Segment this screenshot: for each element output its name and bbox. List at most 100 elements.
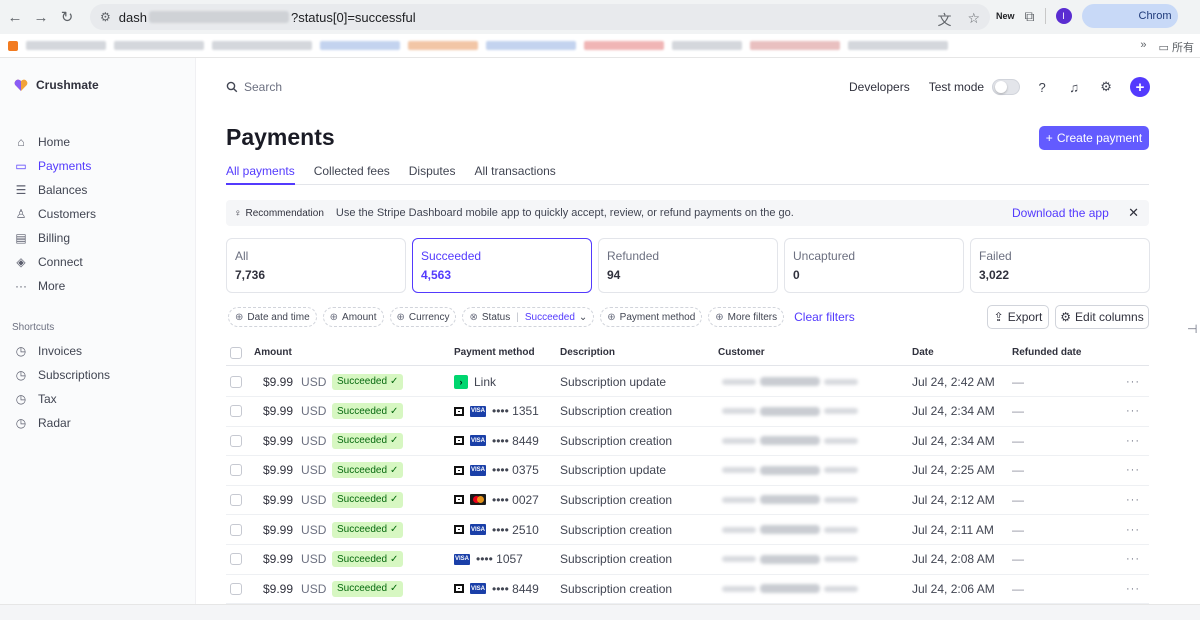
gear-icon[interactable]: ⚙	[1096, 77, 1116, 97]
bookmark-item[interactable]	[408, 41, 478, 50]
row-checkbox[interactable]	[230, 493, 242, 506]
clear-filters-link[interactable]: Clear filters	[794, 310, 855, 324]
reload-icon[interactable]: ↻	[54, 4, 80, 30]
tab-all-transactions[interactable]: All transactions	[474, 162, 555, 185]
sidebar-item-billing[interactable]: ▤ Billing	[14, 226, 96, 250]
table-row[interactable]: $9.99 USD Succeeded ✓ VISA •••• 0375 Subscript…	[226, 456, 1149, 486]
customer-cell[interactable]	[722, 456, 858, 485]
filter-currency[interactable]: ⊕ Currency	[389, 307, 457, 327]
address-bar[interactable]: ⚙ dash ?status[0]=successful 文 ☆	[90, 4, 990, 30]
table-row[interactable]: $9.99 USD Succeeded ✓ › Link Subscription upda…	[226, 367, 1149, 397]
bookmark-item[interactable]	[672, 41, 742, 50]
bookmark-item[interactable]	[114, 41, 204, 50]
filter-status[interactable]: ⊗ Status | Succeeded ⌄	[462, 307, 595, 327]
customer-cell[interactable]	[722, 515, 858, 544]
customer-cell[interactable]	[722, 367, 858, 396]
row-actions-icon[interactable]: ···	[1126, 397, 1140, 426]
remove-filter-icon[interactable]: ⊗	[469, 312, 477, 323]
create-payment-button[interactable]: + Create payment	[1039, 126, 1149, 150]
tab-disputes[interactable]: Disputes	[409, 162, 456, 185]
sidebar-item-payments[interactable]: ▭ Payments	[14, 154, 96, 178]
bookmark-item[interactable]	[750, 41, 840, 50]
bookmark-item[interactable]	[584, 41, 664, 50]
customer-cell[interactable]	[722, 426, 858, 455]
shortcut-subscriptions[interactable]: ◷ Subscriptions	[14, 363, 110, 387]
extensions-icon[interactable]: ⧉	[1025, 8, 1035, 25]
sidebar-item-home[interactable]: ⌂ Home	[14, 130, 96, 154]
column-header-refunded-date[interactable]: Refunded date	[1012, 340, 1081, 365]
bookmarks-folder[interactable]: ▭ 所有	[1159, 39, 1194, 55]
bookmark-item[interactable]	[848, 41, 948, 50]
shortcut-radar[interactable]: ◷ Radar	[14, 411, 110, 435]
shortcut-tax[interactable]: ◷ Tax	[14, 387, 110, 411]
row-actions-icon[interactable]: ···	[1126, 515, 1140, 544]
search-input[interactable]: Search	[226, 80, 282, 94]
bookmark-favicon[interactable]	[8, 40, 18, 51]
row-checkbox[interactable]	[230, 464, 242, 477]
customer-cell[interactable]	[722, 397, 858, 426]
filter-payment-method[interactable]: ⊕ Payment method	[600, 307, 703, 327]
star-icon[interactable]: ☆	[967, 10, 980, 30]
table-row[interactable]: $9.99 USD Succeeded ✓ VISA •••• 8449 Subscript…	[226, 426, 1149, 457]
filter-amount[interactable]: ⊕ Amount	[322, 307, 384, 327]
row-checkbox[interactable]	[230, 523, 242, 536]
bookmark-item[interactable]	[320, 41, 400, 50]
tab-collected-fees[interactable]: Collected fees	[314, 162, 390, 185]
extension-new-icon[interactable]: New	[996, 11, 1015, 21]
row-actions-icon[interactable]: ···	[1126, 456, 1140, 485]
row-checkbox[interactable]	[230, 405, 242, 418]
tab-all-payments[interactable]: All payments	[226, 162, 295, 185]
developers-link[interactable]: Developers	[849, 80, 910, 94]
side-panel-handle-icon[interactable]: ⊣	[1187, 322, 1197, 336]
status-card-refunded[interactable]: Refunded 94	[598, 238, 778, 293]
sidebar-item-more[interactable]: ··· More	[14, 274, 96, 298]
customer-cell[interactable]	[722, 485, 858, 514]
table-row[interactable]: $9.99 USD Succeeded ✓ VISA •••• 1057 Subscript…	[226, 545, 1149, 575]
column-header-amount[interactable]: Amount	[254, 340, 292, 365]
table-row[interactable]: $9.99 USD Succeeded ✓ •••• 0027 Subscription …	[226, 485, 1149, 516]
row-checkbox[interactable]	[230, 553, 242, 566]
bell-icon[interactable]: ♫	[1064, 77, 1084, 97]
export-button[interactable]: ⇪ Export	[987, 305, 1049, 329]
site-info-icon[interactable]: ⚙	[100, 10, 111, 24]
account-switcher[interactable]: Crushmate	[14, 78, 99, 92]
bookmark-item[interactable]	[26, 41, 106, 50]
bookmarks-overflow-icon[interactable]: »	[1140, 39, 1146, 55]
shortcut-invoices[interactable]: ◷ Invoices	[14, 339, 110, 363]
forward-icon[interactable]: →	[28, 4, 54, 30]
sidebar-item-balances[interactable]: ☰ Balances	[14, 178, 96, 202]
status-card-uncaptured[interactable]: Uncaptured 0	[784, 238, 964, 293]
sidebar-item-connect[interactable]: ◈ Connect	[14, 250, 96, 274]
download-app-link[interactable]: Download the app	[1012, 206, 1109, 220]
row-actions-icon[interactable]: ···	[1126, 574, 1140, 603]
row-checkbox[interactable]	[230, 434, 242, 447]
row-actions-icon[interactable]: ···	[1126, 485, 1140, 514]
sidebar-item-customers[interactable]: ♙ Customers	[14, 202, 96, 226]
close-icon[interactable]: ✕	[1128, 205, 1139, 221]
table-row[interactable]: $9.99 USD Succeeded ✓ VISA •••• 8449 Subscript…	[226, 574, 1149, 605]
filter-more[interactable]: ⊕ More filters	[708, 307, 785, 327]
customer-cell[interactable]	[722, 574, 858, 603]
status-card-failed[interactable]: Failed 3,022	[970, 238, 1150, 293]
status-card-succeeded[interactable]: Succeeded 4,563	[412, 238, 592, 293]
test-mode-toggle[interactable]	[992, 79, 1021, 95]
profile-avatar[interactable]: I	[1055, 8, 1072, 24]
column-header-customer[interactable]: Customer	[718, 340, 765, 365]
row-actions-icon[interactable]: ···	[1126, 367, 1140, 396]
translate-icon[interactable]: 文	[937, 10, 951, 30]
column-header-payment-method[interactable]: Payment method	[454, 340, 535, 365]
edit-columns-button[interactable]: ⚙ Edit columns	[1055, 305, 1149, 329]
row-checkbox[interactable]	[230, 582, 242, 595]
select-all-checkbox[interactable]	[230, 346, 242, 359]
bookmark-item[interactable]	[486, 41, 576, 50]
chrome-profile-pill[interactable]: Chrom	[1081, 4, 1178, 28]
filter-date[interactable]: ⊕ Date and time	[228, 307, 317, 327]
row-actions-icon[interactable]: ···	[1126, 545, 1140, 574]
column-header-description[interactable]: Description	[560, 340, 615, 365]
customer-cell[interactable]	[722, 545, 858, 574]
bookmark-item[interactable]	[212, 41, 312, 50]
row-actions-icon[interactable]: ···	[1126, 426, 1140, 455]
table-row[interactable]: $9.99 USD Succeeded ✓ VISA •••• 1351 Subscript…	[226, 397, 1149, 427]
column-header-date[interactable]: Date	[912, 340, 934, 365]
back-icon[interactable]: ←	[2, 4, 28, 30]
